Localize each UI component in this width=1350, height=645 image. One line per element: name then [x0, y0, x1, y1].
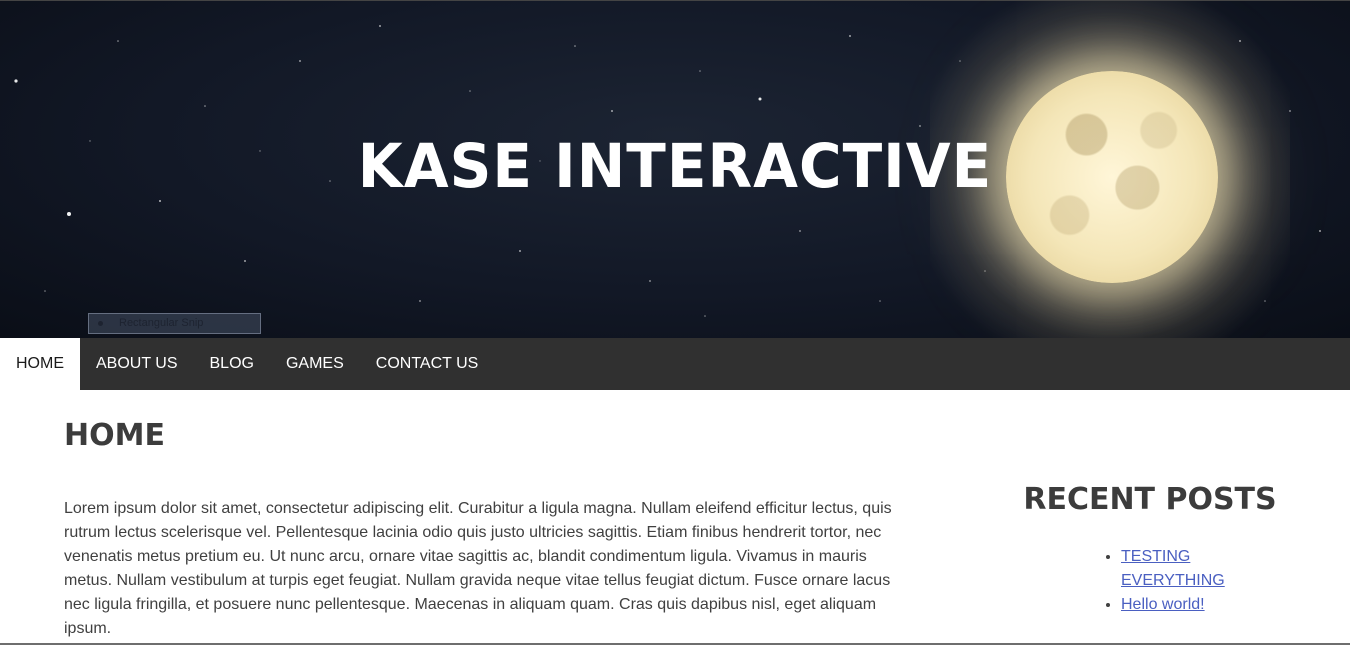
- recent-posts-list: TESTING EVERYTHING Hello world!: [1101, 545, 1241, 617]
- nav-item-home[interactable]: HOME: [0, 338, 80, 390]
- header-banner: Kase Interactive Rectangular Snip: [0, 0, 1350, 338]
- snip-tooltip-label: Rectangular Snip: [119, 317, 204, 329]
- nav-item-about-us[interactable]: ABOUT US: [80, 338, 194, 390]
- page-title: Home: [64, 418, 165, 453]
- recent-posts-heading: Recent Posts: [1023, 482, 1277, 517]
- list-item: TESTING EVERYTHING: [1121, 545, 1241, 593]
- snip-tooltip: Rectangular Snip: [88, 313, 261, 334]
- site-title[interactable]: Kase Interactive: [0, 129, 1350, 203]
- recent-post-link-testing-everything[interactable]: TESTING EVERYTHING: [1121, 548, 1225, 589]
- nav-item-games[interactable]: GAMES: [270, 338, 360, 390]
- nav-item-contact-us[interactable]: CONTACT US: [360, 338, 495, 390]
- recent-post-link-hello-world[interactable]: Hello world!: [1121, 596, 1205, 613]
- nav-item-blog[interactable]: BLOG: [194, 338, 270, 390]
- bullet-icon: [98, 321, 103, 326]
- main-navigation: HOME ABOUT US BLOG GAMES CONTACT US: [0, 338, 1350, 390]
- list-item: Hello world!: [1121, 593, 1241, 617]
- page-body-text: Lorem ipsum dolor sit amet, consectetur …: [64, 500, 892, 637]
